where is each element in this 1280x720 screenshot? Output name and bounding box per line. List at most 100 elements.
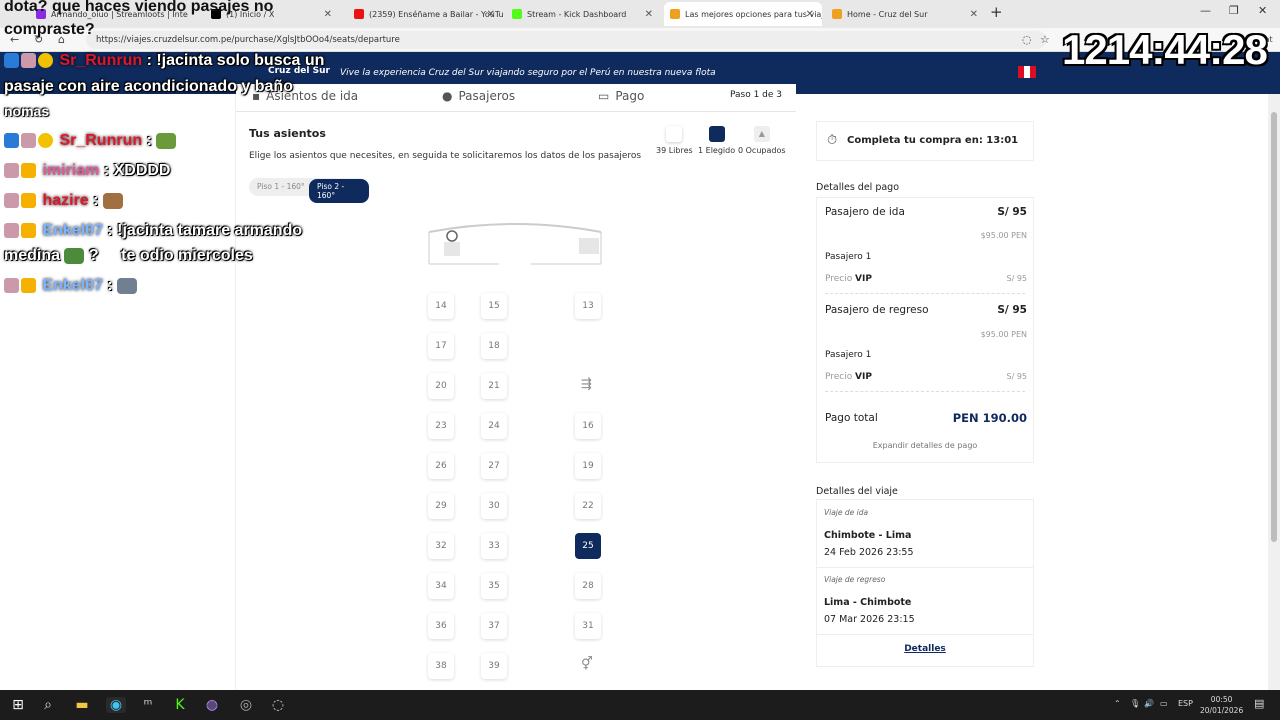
floor-2-button[interactable]: Piso 2 - 160° xyxy=(309,179,369,203)
seat-30[interactable]: 30 xyxy=(481,493,507,519)
seat-16[interactable]: 16 xyxy=(575,413,601,439)
screen: Armando_oiuo | Streamloots | Inte (1) In… xyxy=(0,0,1280,720)
expand-payment-details-link[interactable]: Expandir detalles de pago xyxy=(817,441,1033,450)
window-close-icon[interactable]: ✕ xyxy=(1258,4,1267,17)
seat-35[interactable]: 35 xyxy=(481,573,507,599)
floor-1-button[interactable]: Piso 1 - 160° xyxy=(257,182,305,191)
close-icon[interactable]: ✕ xyxy=(645,9,653,20)
language-indicator[interactable]: ESP xyxy=(1178,699,1193,708)
sub-badge-icon xyxy=(4,278,19,294)
seat-18[interactable]: 18 xyxy=(481,333,507,359)
mic-icon[interactable]: 🎙 xyxy=(1130,699,1140,708)
peru-flag-icon[interactable] xyxy=(1018,66,1036,78)
outbound-datetime: 24 Feb 2026 23:55 xyxy=(824,547,914,558)
kick-app-icon[interactable]: K xyxy=(172,697,188,713)
chat-message: Sr_Runrun : !jacinta solo busca un xyxy=(4,50,324,72)
kick-favicon-icon xyxy=(512,9,522,19)
seat-37[interactable]: 37 xyxy=(481,613,507,639)
chat-message: imiriam : XDDDD xyxy=(4,160,170,182)
file-explorer-icon[interactable]: ▬ xyxy=(74,697,90,713)
seat-36[interactable]: 36 xyxy=(428,613,454,639)
scroll-thumb[interactable] xyxy=(1271,112,1277,542)
edge-browser-icon[interactable]: ◉ xyxy=(106,697,126,713)
search-icon[interactable]: ⌕ xyxy=(40,697,56,713)
volume-icon[interactable]: 🔊 xyxy=(1144,699,1154,708)
restroom-icon: ⚥ xyxy=(581,657,593,672)
url-field[interactable]: https://viajes.cruzdelsur.com.pe/purchas… xyxy=(86,31,1046,49)
seat-34[interactable]: 34 xyxy=(428,573,454,599)
tracking-prevention-icon[interactable]: ◌ xyxy=(1022,33,1032,46)
seat-26[interactable]: 26 xyxy=(428,453,454,479)
chat-message: Sr_Runrun : xyxy=(4,130,177,152)
coin-badge-icon xyxy=(38,133,53,149)
minimize-icon[interactable]: — xyxy=(1200,4,1211,17)
close-icon[interactable]: ✕ xyxy=(487,9,495,20)
chat-message: hazire : xyxy=(4,190,123,212)
seat-29[interactable]: 29 xyxy=(428,493,454,519)
favorite-star-icon[interactable]: ☆ xyxy=(1040,33,1050,46)
details-link[interactable]: Detalles xyxy=(817,644,1033,654)
tray-chevron-icon[interactable]: ⌃ xyxy=(1114,699,1121,708)
seat-28[interactable]: 28 xyxy=(575,573,601,599)
page-left-gutter xyxy=(0,94,236,690)
seat-19[interactable]: 19 xyxy=(575,453,601,479)
seat-39[interactable]: 39 xyxy=(481,653,507,679)
tab-home-cruz-del-sur[interactable]: Home - Cruz del Sur ✕ xyxy=(826,2,986,26)
step-pasajeros[interactable]: ● Pasajeros xyxy=(442,89,515,103)
cat-emote-icon xyxy=(102,192,123,209)
display-icon[interactable]: ▭ xyxy=(1160,699,1168,708)
seat-25[interactable]: 25 xyxy=(575,533,601,559)
step-pago[interactable]: ▭ Pago xyxy=(598,89,644,103)
chat-message-continuation: nomas xyxy=(4,103,50,119)
seat-24[interactable]: 24 xyxy=(481,413,507,439)
close-icon[interactable]: ✕ xyxy=(970,9,978,20)
face-emote-icon xyxy=(117,277,138,294)
crown-badge-icon xyxy=(21,223,36,239)
trip-details-card: Viaje de ida Chimbote - Lima 24 Feb 2026… xyxy=(816,499,1034,667)
seat-27[interactable]: 27 xyxy=(481,453,507,479)
close-icon[interactable]: ✕ xyxy=(806,9,814,20)
chat-message: Enkel07 : !jacinta tamare armando xyxy=(4,220,302,242)
notification-icon[interactable]: ▤ xyxy=(1254,697,1264,710)
crown-badge-icon xyxy=(21,193,36,209)
selected-seat-icon xyxy=(708,126,725,142)
divider xyxy=(825,293,1025,294)
divider xyxy=(825,391,1025,392)
chrome-icon[interactable]: ◌ xyxy=(270,697,286,713)
steering-wheel-icon xyxy=(446,230,458,242)
tab-youtube[interactable]: (2359) Enséñame a Bailar - YouTub ✕ xyxy=(348,2,503,26)
timer-card: ⏱ Completa tu compra en: 13:01 xyxy=(816,121,1034,161)
seat-22[interactable]: 22 xyxy=(575,493,601,519)
app-icon[interactable]: ᵐ xyxy=(140,697,156,713)
tab-label: Home - Cruz del Sur xyxy=(847,9,928,19)
page-scrollbar[interactable] xyxy=(1268,94,1280,690)
seat-31[interactable]: 31 xyxy=(575,613,601,639)
seat-selection-card: Tus asientos Elige los asientos que nece… xyxy=(236,112,796,690)
seat-15[interactable]: 15 xyxy=(481,293,507,319)
new-tab-icon[interactable]: + xyxy=(990,3,1003,21)
driver-seat-icon xyxy=(444,242,460,256)
seat-38[interactable]: 38 xyxy=(428,653,454,679)
payment-details-card: Pasajero de ida S/ 95 $95.00 PEN Pasajer… xyxy=(816,197,1034,463)
close-icon[interactable]: ✕ xyxy=(324,9,332,20)
tab-kick[interactable]: Stream - Kick Dashboard ✕ xyxy=(506,2,661,26)
streamlabs-icon[interactable]: ◍ xyxy=(204,697,220,713)
stairs-icon: ⇶ xyxy=(581,377,592,392)
seat-17[interactable]: 17 xyxy=(428,333,454,359)
seat-21[interactable]: 21 xyxy=(481,373,507,399)
seat-23[interactable]: 23 xyxy=(428,413,454,439)
seat-13[interactable]: 13 xyxy=(575,293,601,319)
seat-33[interactable]: 33 xyxy=(481,533,507,559)
seat-32[interactable]: 32 xyxy=(428,533,454,559)
return-datetime: 07 Mar 2026 23:15 xyxy=(824,614,915,625)
tab-cruz-del-sur-active[interactable]: Las mejores opciones para tus viaj ✕ xyxy=(664,2,822,26)
seat-20[interactable]: 20 xyxy=(428,373,454,399)
door-icon xyxy=(579,238,599,254)
obs-icon[interactable]: ◎ xyxy=(238,697,254,713)
windows-start-icon[interactable]: ⊞ xyxy=(10,697,26,713)
pepe-emote-icon xyxy=(64,247,85,264)
seat-14[interactable]: 14 xyxy=(428,293,454,319)
maximize-icon[interactable]: ❐ xyxy=(1229,4,1239,17)
taskbar-clock[interactable]: 00:50 20/01/2026 xyxy=(1200,694,1243,716)
bus-favicon-icon xyxy=(832,9,842,19)
